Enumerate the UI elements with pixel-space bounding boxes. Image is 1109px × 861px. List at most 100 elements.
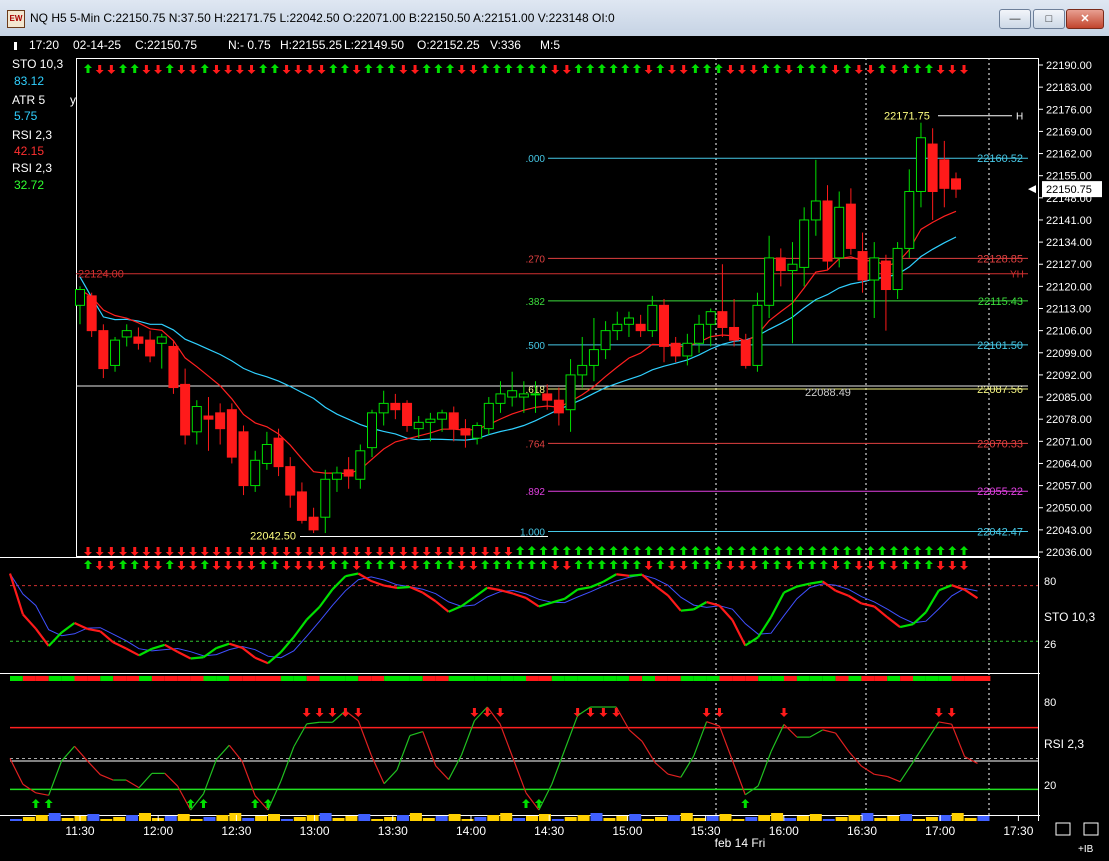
candle-body [670,342,681,357]
y-tick-label: 22057.00 [1046,481,1092,493]
candle-body [915,137,926,192]
x-tick-label: 14:30 [534,824,564,838]
volume-bar [564,817,577,821]
chart-area[interactable]: 17:20 02-14-25 C:22150.75 N:- 0.75 H:221… [0,36,1109,861]
minimize-button[interactable]: — [999,9,1031,29]
volume-bar [268,814,280,821]
trend-strip-cell [693,676,707,681]
legend-atr-value: 5.75 [14,109,38,123]
volume-bar [693,818,706,821]
header-close: C:22150.75 [135,38,197,52]
window-title: NQ H5 5-Min C:22150.75 N:37.50 H:22171.7… [30,11,615,25]
trend-strip-cell [526,676,539,681]
y-tick-label: 22162.00 [1046,149,1092,161]
volume-bar [706,816,719,821]
trend-strip-cell [848,676,862,681]
trend-strip-cell [164,676,178,681]
volume-bar [667,815,680,821]
candle-body [238,431,249,487]
volume-bar [577,815,590,821]
volume-bar [345,816,358,821]
volume-bar [822,819,835,821]
candle-body [939,159,950,189]
candle-body [787,263,798,272]
candle-body [565,374,576,411]
fib-price-label: 22160.52 [977,153,1023,165]
volume-bar [655,817,667,821]
trend-strip-cell [655,676,668,681]
trend-strip-cell [667,676,681,681]
ib-label: +IB [1078,844,1094,855]
volume-bar [61,818,74,821]
candle-body [250,459,261,487]
volume-bar [758,815,771,821]
title-bar: EW NQ H5 5-Min C:22150.75 N:37.50 H:2217… [0,0,1109,37]
candle-body [495,393,506,404]
candle-body [448,412,459,430]
trend-strip-cell [861,676,875,681]
trend-strip-cell [796,676,810,681]
trend-strip-cell [177,676,191,681]
trend-strip-cell [229,676,243,681]
y-tick-label: 22176.00 [1046,104,1092,116]
layout-icon-2[interactable] [1083,822,1099,836]
candle-body [612,323,623,332]
trend-strip-cell [345,676,359,681]
volume-bar [422,818,435,821]
volume-bar [139,813,151,821]
trend-strip-cell [435,676,449,681]
candle-body [857,251,868,281]
trend-strip-cell [913,676,926,681]
x-tick-label: 15:00 [612,824,642,838]
volume-bar [435,816,448,821]
layout-icon-1[interactable] [1055,822,1071,836]
candle-body [203,415,214,420]
candle-body [156,336,167,344]
x-tick-label: 14:00 [456,824,486,838]
trend-strip-cell [590,676,604,681]
x-tick-label: 11:30 [65,824,94,838]
y-tick-label: 22113.00 [1046,304,1091,316]
candle-body [553,399,564,414]
sto-panel-label: STO 10,3 [1044,610,1095,624]
volume-bar [190,819,203,821]
candle-body [600,330,611,351]
legend-sto-label: STO 10,3 [12,57,63,71]
candle-body [437,412,448,420]
volume-bar [551,819,564,821]
x-axis-caption: feb 14 Fri [715,836,766,850]
trend-strip-cell [551,676,565,681]
yesterday-high-tag: YH [1010,270,1024,281]
candle-body [694,323,705,344]
sto-level-80: 80 [1044,576,1056,588]
volume-bar [629,814,642,821]
candle-body [729,326,740,341]
y-tick-label: 22190.00 [1046,60,1092,72]
trend-strip-cell [887,676,901,681]
candle-body [343,469,354,477]
volume-bar [242,818,255,821]
legend-rsi1-label: RSI 2,3 [12,128,52,142]
candle-body [308,516,319,531]
trend-strip-cell [332,676,346,681]
close-button[interactable]: ✕ [1066,9,1104,29]
volume-bar [306,815,319,821]
trend-strip-cell [616,676,630,681]
volume-bar [203,817,216,821]
volume-bar [964,818,977,821]
maximize-button[interactable]: □ [1033,9,1065,29]
app-icon[interactable]: EW [7,10,25,28]
volume-bar [590,813,603,821]
trend-strip-cell [113,676,127,681]
volume-bar [977,816,990,821]
sto-k-segment [396,585,410,589]
candle-body [145,339,156,357]
trend-strip-cell [564,676,578,681]
mid-level-label: 22088.49 [805,387,851,399]
header-high: H:22155.25 [280,38,342,52]
x-tick-label: 17:00 [925,824,955,838]
volume-bar [358,814,371,821]
sto-k-segment [190,656,204,660]
trend-strip-cell [139,676,152,681]
volume-bar [874,818,887,821]
